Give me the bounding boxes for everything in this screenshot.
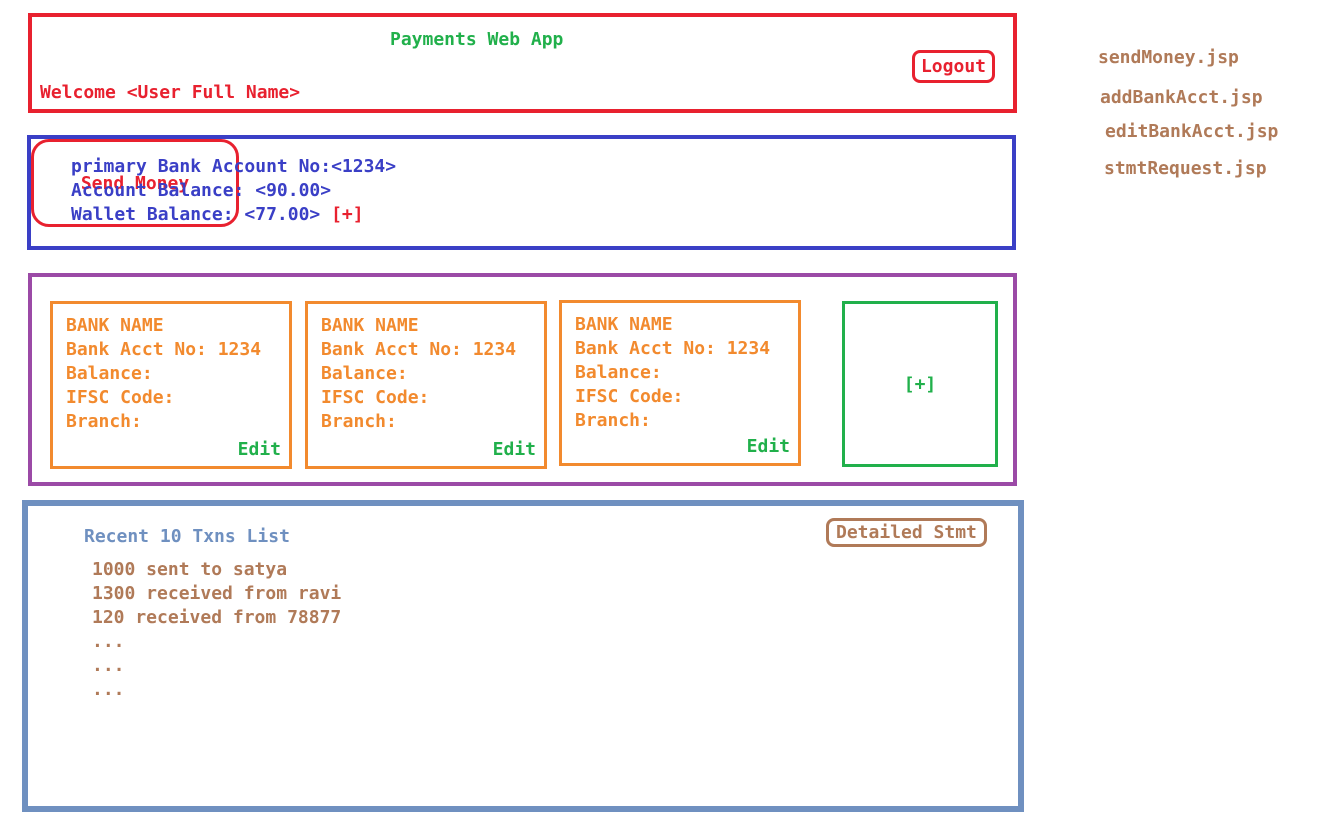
bank-name: BANK NAME [575, 314, 673, 335]
logout-button[interactable]: Logout [911, 50, 995, 83]
transaction-item: 1000 sent to satya [92, 559, 288, 580]
bank-branch: Branch: [66, 411, 142, 432]
bank-card: BANK NAME Bank Acct No: 1234 Balance: IF… [305, 301, 547, 469]
transactions-panel: Recent 10 Txns List Detailed Stmt 1000 s… [22, 500, 1024, 812]
bank-branch: Branch: [321, 411, 397, 432]
bank-card: BANK NAME Bank Acct No: 1234 Balance: IF… [50, 301, 292, 469]
add-bank-account-button[interactable]: [+] [842, 301, 998, 467]
detailed-stmt-button[interactable]: Detailed Stmt [826, 518, 987, 547]
primary-account-text: primary Bank Account No:<1234> [71, 156, 397, 177]
wallet-balance-line: Wallet Balance: <77.00> [+] [71, 203, 364, 227]
add-wallet-button[interactable]: [+] [331, 204, 364, 225]
bank-acct-no: Bank Acct No: 1234 [66, 339, 262, 360]
edit-bank-button[interactable]: Edit [238, 439, 281, 460]
header-panel: Payments Web App Welcome <User Full Name… [28, 13, 1017, 113]
bank-balance: Balance: [575, 362, 662, 383]
wallet-balance-text: Wallet Balance: <77.00> [71, 204, 321, 225]
bank-name: BANK NAME [66, 315, 164, 336]
transaction-item: 120 received from 78877 [92, 607, 342, 628]
edit-bank-button[interactable]: Edit [493, 439, 536, 460]
edit-bank-button[interactable]: Edit [747, 436, 790, 457]
jsp-note-add-bank: addBankAcct.jsp [1100, 87, 1263, 108]
bank-acct-no: Bank Acct No: 1234 [321, 339, 517, 360]
bank-branch: Branch: [575, 410, 651, 431]
transaction-item: 1300 received from ravi [92, 583, 342, 604]
account-summary-panel: primary Bank Account No:<1234> Account B… [27, 135, 1016, 250]
account-balance-text: Account Balance: <90.00> [71, 180, 332, 201]
app-title: Payments Web App [390, 29, 564, 50]
bank-card: BANK NAME Bank Acct No: 1234 Balance: IF… [559, 300, 801, 466]
transaction-item: ... [92, 655, 125, 676]
transaction-item: ... [92, 679, 125, 700]
bank-ifsc: IFSC Code: [66, 387, 175, 408]
welcome-text: Welcome <User Full Name> [40, 82, 301, 103]
bank-ifsc: IFSC Code: [575, 386, 684, 407]
bank-accounts-panel: BANK NAME Bank Acct No: 1234 Balance: IF… [28, 273, 1017, 486]
jsp-note-edit-bank: editBankAcct.jsp [1105, 121, 1279, 142]
bank-balance: Balance: [66, 363, 153, 384]
jsp-note-send-money: sendMoney.jsp [1098, 47, 1239, 68]
transactions-title: Recent 10 Txns List [84, 526, 290, 547]
jsp-note-stmt-request: stmtRequest.jsp [1104, 158, 1267, 179]
transaction-item: ... [92, 631, 125, 652]
bank-name: BANK NAME [321, 315, 419, 336]
bank-ifsc: IFSC Code: [321, 387, 430, 408]
bank-balance: Balance: [321, 363, 408, 384]
bank-acct-no: Bank Acct No: 1234 [575, 338, 771, 359]
